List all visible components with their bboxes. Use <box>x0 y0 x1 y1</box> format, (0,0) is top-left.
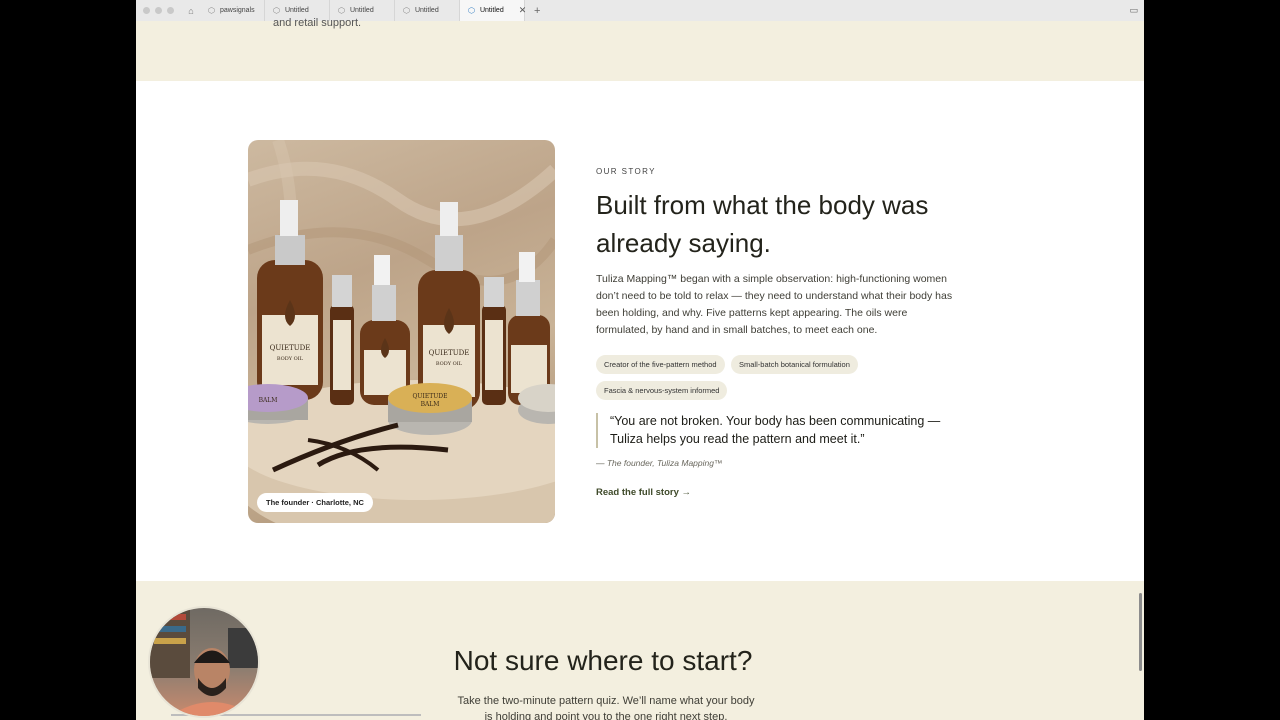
zoom-window-icon[interactable] <box>167 7 174 14</box>
tab-label: Untitled <box>284 7 309 14</box>
minimize-window-icon[interactable] <box>155 7 162 14</box>
section-text-fragment: and retail support. <box>273 17 362 29</box>
sidebar-toggle-icon[interactable]: ▭ <box>1129 5 1138 16</box>
browser-window: ⌂ ⬡ pawsignals ⬡ Untitled ⬡ Untitled ⬡ U… <box>136 0 1144 720</box>
tab-label: pawsignals <box>219 7 255 14</box>
credential-chips: Creator of the five-pattern method Small… <box>596 354 976 406</box>
bottle-type: BODY OIL <box>436 361 463 367</box>
vertical-scrollbar[interactable] <box>1139 593 1142 671</box>
window-controls <box>143 7 174 14</box>
chip-small-batch: Small-batch botanical formulation <box>731 355 858 374</box>
new-tab-button[interactable]: + <box>525 5 549 17</box>
photo-caption-badge: The founder · Charlotte, NC <box>257 493 373 512</box>
bottle-brand: QUIETUDE <box>429 349 470 357</box>
founder-product-photo: QUIETUDE BODY OIL QUIETUDE BODY OIL BALM… <box>248 140 555 523</box>
bottle-type: BODY OIL <box>277 356 304 362</box>
tab-pawsignals[interactable]: ⬡ pawsignals <box>200 0 265 21</box>
quiz-cta-section: Not sure where to start? Take the two-mi… <box>136 581 1144 720</box>
close-window-icon[interactable] <box>143 7 150 14</box>
tab-label: Untitled <box>414 7 439 14</box>
presenter-avatar <box>150 608 258 716</box>
section-eyebrow: OUR STORY <box>596 167 656 176</box>
tab-label: Untitled <box>349 7 374 14</box>
tin-label: BALM <box>421 401 440 408</box>
tag-icon: ⬡ <box>338 6 345 15</box>
tab-untitled-active[interactable]: ⬡ Untitled ✕ <box>460 0 526 21</box>
read-full-story-link[interactable]: Read the full story → <box>596 487 691 498</box>
tab-untitled-3[interactable]: ⬡ Untitled <box>395 0 460 21</box>
story-body-text: Tuliza Mapping™ began with a simple obse… <box>596 273 953 336</box>
tag-icon: ⬡ <box>273 6 280 15</box>
previous-section: and retail support. <box>136 17 1144 81</box>
tab-label: Untitled <box>479 7 504 14</box>
bottle-brand: QUIETUDE <box>270 344 311 352</box>
our-story-section: QUIETUDE BODY OIL QUIETUDE BODY OIL BALM… <box>136 81 1144 581</box>
chip-fascia-informed: Fascia & nervous-system informed <box>596 381 728 400</box>
cta-title: Not sure where to start? <box>453 645 753 676</box>
chip-five-pattern-method: Creator of the five-pattern method <box>596 355 725 374</box>
cta-body: Take the two-minute pattern quiz. We’ll … <box>457 695 755 720</box>
presenter-webcam-overlay <box>148 606 260 718</box>
section-headline: Built from what the body was already say… <box>596 190 929 258</box>
founder-quote: “You are not broken. Your body has been … <box>596 413 974 448</box>
home-icon[interactable]: ⌂ <box>182 6 200 16</box>
tin-label: BALM <box>259 397 278 404</box>
quote-attribution: — The founder, Tuliza Mapping™ <box>596 458 723 468</box>
tag-icon: ⬡ <box>403 6 410 15</box>
tag-icon: ⬡ <box>208 6 215 15</box>
tag-icon: ⬡ <box>468 6 475 15</box>
tin-brand: QUIETUDE <box>413 393 448 400</box>
product-illustration: QUIETUDE BODY OIL QUIETUDE BODY OIL BALM… <box>248 140 555 523</box>
